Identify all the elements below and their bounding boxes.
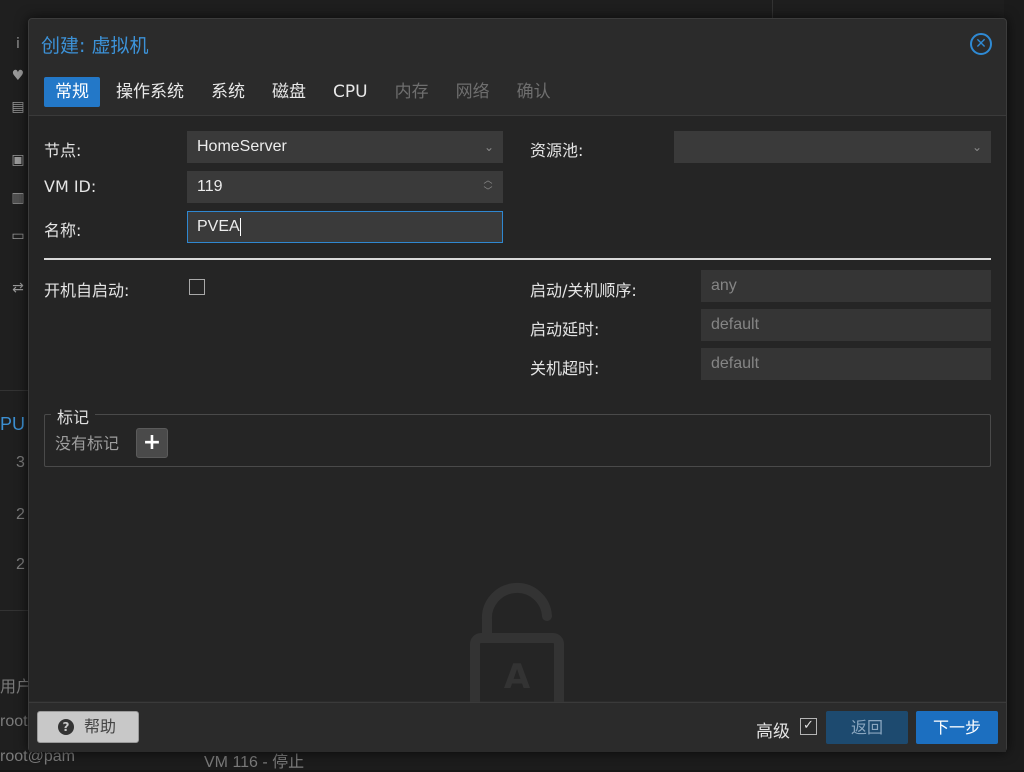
document-icon: ▤ <box>11 99 25 115</box>
node-value: HomeServer <box>197 138 287 155</box>
tab-os[interactable]: 操作系统 <box>105 77 195 107</box>
memory-icon: ▥ <box>11 190 25 206</box>
tab-disks[interactable]: 磁盘 <box>261 77 317 107</box>
startup-delay-input[interactable]: default <box>701 309 991 341</box>
shutdown-timeout-label: 关机超时: <box>530 359 600 378</box>
advanced-label: 高级 <box>756 722 790 742</box>
name-input[interactable]: PVEA <box>187 211 503 243</box>
tab-memory: 内存 <box>394 82 429 102</box>
startup-delay-label: 启动延时: <box>530 320 600 339</box>
section-divider <box>44 258 991 260</box>
background-header <box>30 0 1024 20</box>
disk-icon: ▭ <box>11 228 25 244</box>
chevron-down-icon[interactable]: ⌄ <box>484 132 494 162</box>
shutdown-timeout-placeholder: default <box>711 355 760 372</box>
text-caret <box>239 217 241 236</box>
tab-cpu[interactable]: CPU <box>322 77 379 107</box>
chevron-down-icon[interactable]: ⌄ <box>972 132 982 162</box>
name-value: PVEA <box>197 218 240 235</box>
pool-select[interactable]: ⌄ <box>674 131 991 163</box>
wizard-tabs: 常规 操作系统 系统 磁盘 CPU 内存 网络 确认 <box>44 77 567 107</box>
background-separator <box>772 0 773 20</box>
close-icon[interactable]: ✕ <box>970 33 992 55</box>
shutdown-timeout-input[interactable]: default <box>701 348 991 380</box>
tab-confirm: 确认 <box>516 82 551 102</box>
plus-icon[interactable]: + <box>136 428 168 458</box>
background-divider <box>0 390 30 391</box>
background-right-edge <box>1004 0 1024 770</box>
unlock-icon: A <box>470 582 564 712</box>
background-cell: 3 <box>16 454 25 471</box>
background-cell: root <box>0 713 28 730</box>
pool-label: 资源池: <box>530 141 584 160</box>
create-vm-dialog: 创建: 虚拟机 ✕ 常规 操作系统 系统 磁盘 CPU 内存 网络 确认 节点:… <box>28 18 1007 752</box>
help-label: 帮助 <box>84 717 117 736</box>
next-button[interactable]: 下一步 <box>916 711 998 744</box>
order-input[interactable]: any <box>701 270 991 302</box>
heartbeat-icon: ♥ <box>11 68 25 84</box>
name-label: 名称: <box>44 221 82 240</box>
node-label: 节点: <box>44 141 82 160</box>
dialog-title: 创建: 虚拟机 <box>41 35 149 57</box>
background-cell: 2 <box>16 506 25 523</box>
spinner-icon[interactable]: ︿ ﹀ <box>482 175 494 199</box>
node-select[interactable]: HomeServer ⌄ <box>187 131 503 163</box>
cpu-icon: ▣ <box>11 152 25 168</box>
no-tags-text: 没有标记 <box>55 434 120 453</box>
help-button[interactable]: ? 帮助 <box>37 711 139 743</box>
general-panel: 节点: HomeServer ⌄ VM ID: 119 ︿ ﹀ 名称: PVEA … <box>29 115 1006 712</box>
background-statusbar <box>0 750 1024 770</box>
autostart-label: 开机自启动: <box>44 281 130 300</box>
background-column-header: PU <box>0 414 26 434</box>
background-divider <box>0 610 30 611</box>
autostart-checkbox[interactable] <box>189 279 205 295</box>
network-icon: ⇄ <box>12 280 24 296</box>
dialog-footer: ? 帮助 高级 ✓ 返回 下一步 <box>29 702 1006 752</box>
vmid-input[interactable]: 119 ︿ ﹀ <box>187 171 503 203</box>
svg-text:A: A <box>504 657 531 697</box>
vmid-label: VM ID: <box>44 177 97 196</box>
back-button: 返回 <box>826 711 908 744</box>
order-placeholder: any <box>711 277 737 294</box>
vmid-value: 119 <box>197 178 223 195</box>
order-label: 启动/关机顺序: <box>530 281 637 300</box>
tab-network: 网络 <box>455 82 490 102</box>
tags-legend: 标记 <box>51 404 96 428</box>
startup-delay-placeholder: default <box>711 316 760 333</box>
tags-fieldset: 标记 没有标记 + <box>44 404 991 467</box>
background-cell: 2 <box>16 556 25 573</box>
advanced-checkbox[interactable]: ✓ <box>800 718 817 735</box>
tab-system[interactable]: 系统 <box>200 77 256 107</box>
question-icon: ? <box>58 719 74 735</box>
background-sidebar <box>0 0 30 770</box>
info-icon: i <box>16 36 20 52</box>
tab-general[interactable]: 常规 <box>44 77 100 107</box>
